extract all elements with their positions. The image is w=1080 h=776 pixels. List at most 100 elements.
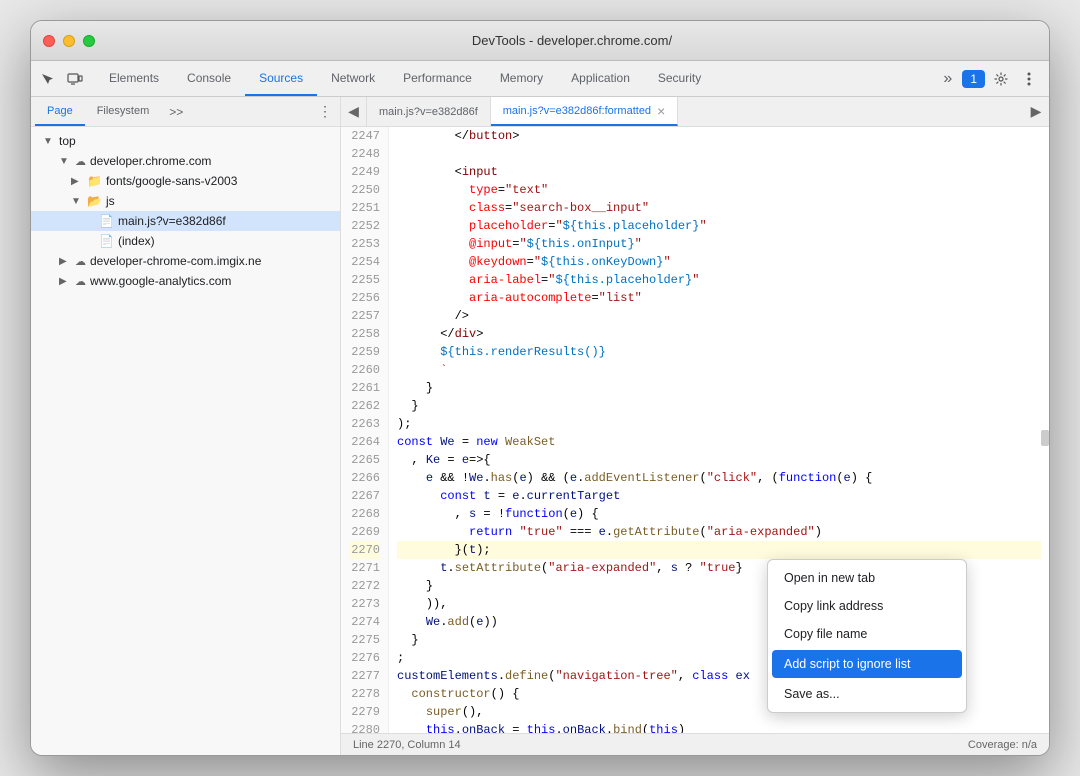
cursor-icon[interactable] [35,67,59,91]
editor-tab-mainjs[interactable]: main.js?v=e382d86f [367,97,491,126]
code-line: </button> [397,127,1041,145]
cloud-icon: ☁ [75,155,86,168]
editor-tab-label: main.js?v=e382d86f:formatted [503,105,651,117]
tab-security[interactable]: Security [644,61,715,96]
line-num: 2280 [349,721,380,733]
line-num: 2271 [349,559,380,577]
line-num: 2275 [349,631,380,649]
editor-tab-mainjs-formatted[interactable]: main.js?v=e382d86f:formatted × [491,97,678,126]
panel-tab-actions: ⋮ [314,97,336,126]
more-tabs-button[interactable]: » [937,70,958,88]
cursor-position: Line 2270, Column 14 [353,739,461,751]
tab-memory[interactable]: Memory [486,61,557,96]
tree-item-analytics[interactable]: ▶ ☁ www.google-analytics.com [31,271,340,291]
tab-application[interactable]: Application [557,61,644,96]
devtools-window: DevTools - developer.chrome.com/ Element… [30,20,1050,756]
tab-network[interactable]: Network [317,61,389,96]
editor-prev-button[interactable]: ◀ [341,97,367,126]
editor-next-button[interactable]: ▶ [1023,97,1049,126]
code-line: const t = e.currentTarget [397,487,1041,505]
context-menu-add-to-ignore[interactable]: Add script to ignore list [772,650,962,678]
arrow-down-icon: ▼ [59,156,71,167]
line-num: 2262 [349,397,380,415]
context-menu-save-as[interactable]: Save as... [768,680,966,708]
file-icon: 📄 [99,234,114,248]
more-options-icon[interactable] [1017,67,1041,91]
panel-tabs: Page Filesystem >> ⋮ [31,97,340,127]
tree-item-imgix[interactable]: ▶ ☁ developer-chrome-com.imgix.ne [31,251,340,271]
panel-action-button[interactable]: ⋮ [314,101,336,123]
close-icon[interactable]: × [657,104,665,118]
code-line: type="text" [397,181,1041,199]
tab-icon-group [35,61,87,96]
code-line: this.onBack = this.onBack.bind(this) [397,721,1041,733]
line-num: 2265 [349,451,380,469]
tree-item-developer-chrome[interactable]: ▼ ☁ developer.chrome.com [31,151,340,171]
code-line: <input [397,163,1041,181]
maximize-button[interactable] [83,35,95,47]
line-num: 2268 [349,505,380,523]
tree-item-fonts[interactable]: ▶ 📁 fonts/google-sans-v2003 [31,171,340,191]
line-num: 2264 [349,433,380,451]
arrow-down-icon: ▼ [43,136,55,147]
tree-item-js[interactable]: ▼ 📂 js [31,191,340,211]
cloud-icon: ☁ [75,275,86,288]
line-num: 2258 [349,325,380,343]
code-line: return "true" === e.getAttribute("aria-e… [397,523,1041,541]
code-line: ` [397,361,1041,379]
code-line: } [397,379,1041,397]
coverage-status: Coverage: n/a [968,739,1037,751]
chat-badge[interactable]: 1 [962,70,985,88]
status-bar: Line 2270, Column 14 Coverage: n/a [341,733,1049,755]
file-tree: ▼ top ▼ ☁ developer.chrome.com ▶ 📁 fonts… [31,127,340,755]
tree-label-js: js [106,194,115,208]
tab-sources[interactable]: Sources [245,61,317,96]
line-num: 2253 [349,235,380,253]
line-num: 2269 [349,523,380,541]
line-num: 2273 [349,595,380,613]
file-yellow-icon: 📄 [99,214,114,228]
code-line: , s = !function(e) { [397,505,1041,523]
line-num: 2256 [349,289,380,307]
context-menu-copy-link[interactable]: Copy link address [768,592,966,620]
close-button[interactable] [43,35,55,47]
code-line: /> [397,307,1041,325]
tab-filesystem[interactable]: Filesystem [85,97,162,126]
tree-item-index[interactable]: ▶ 📄 (index) [31,231,340,251]
line-num: 2274 [349,613,380,631]
tab-console[interactable]: Console [173,61,245,96]
tabs-right: » 1 [937,61,1045,96]
line-num: 2248 [349,145,380,163]
device-icon[interactable] [63,67,87,91]
context-menu: Open in new tab Copy link address Copy f… [767,559,967,713]
minimap-indicator [1041,430,1049,446]
line-num: 2272 [349,577,380,595]
code-line: </div> [397,325,1041,343]
tree-label-analytics: www.google-analytics.com [90,274,231,288]
line-num: 2266 [349,469,380,487]
minimize-button[interactable] [63,35,75,47]
right-panel: ◀ main.js?v=e382d86f main.js?v=e382d86f:… [341,97,1049,755]
traffic-lights [43,35,95,47]
tree-item-mainjs[interactable]: ▶ 📄 main.js?v=e382d86f [31,211,340,231]
more-panel-tabs[interactable]: >> [165,97,187,126]
line-num: 2260 [349,361,380,379]
code-line: @keydown="${this.onKeyDown}" [397,253,1041,271]
line-num: 2254 [349,253,380,271]
context-menu-open-new-tab[interactable]: Open in new tab [768,564,966,592]
code-line: aria-autocomplete="list" [397,289,1041,307]
left-panel: Page Filesystem >> ⋮ ▼ top ▼ ☁ [31,97,341,755]
tab-elements[interactable]: Elements [95,61,173,96]
code-line: aria-label="${this.placeholder}" [397,271,1041,289]
code-line: ); [397,415,1041,433]
tree-label-index: (index) [118,234,155,248]
tab-performance[interactable]: Performance [389,61,486,96]
line-num: 2252 [349,217,380,235]
line-num: 2251 [349,199,380,217]
editor-tabs: ◀ main.js?v=e382d86f main.js?v=e382d86f:… [341,97,1049,127]
tab-page[interactable]: Page [35,97,85,126]
tree-item-top[interactable]: ▼ top [31,131,340,151]
context-menu-copy-filename[interactable]: Copy file name [768,620,966,648]
code-line: ${this.renderResults()} [397,343,1041,361]
settings-icon[interactable] [989,67,1013,91]
